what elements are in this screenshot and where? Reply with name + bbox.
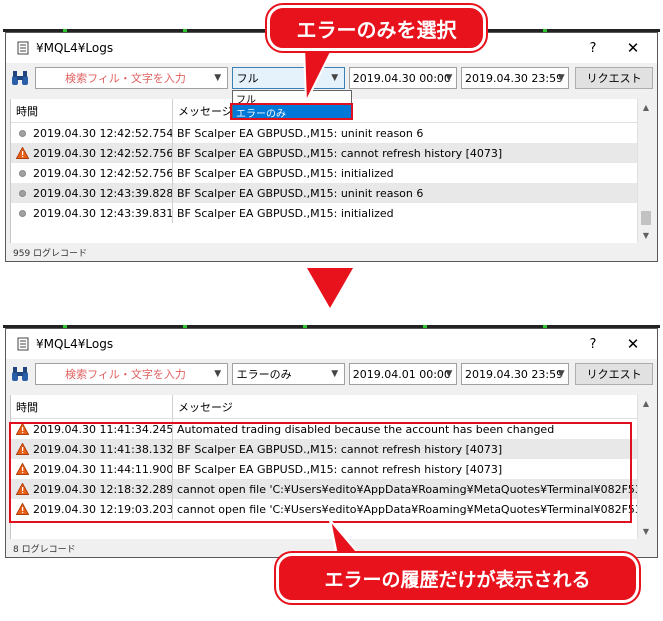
- search-input[interactable]: 検索フィル・文字を入力 ▼: [35, 67, 228, 89]
- document-icon: [16, 337, 30, 351]
- date-to-value: 2019.04.30 23:59: [464, 71, 564, 85]
- table-row[interactable]: 2019.04.30 12:42:52.754 BF Scalper EA GB…: [11, 123, 637, 143]
- search-placeholder: 検索フィル・文字を入力: [65, 72, 186, 85]
- date-from-value: 2019.04.30 00:00: [352, 71, 451, 85]
- row-message: BF Scalper EA GBPUSD.,M15: uninit reason…: [177, 126, 424, 140]
- table-row[interactable]: 2019.04.30 12:42:52.756 BF Scalper EA GB…: [11, 163, 637, 183]
- mode-select[interactable]: エラーのみ ▼: [231, 363, 345, 385]
- date-from-picker[interactable]: 2019.04.01 00:00 ▼: [348, 363, 457, 385]
- table-row[interactable]: 2019.04.30 12:42:52.756 BF Scalper EA GB…: [11, 143, 637, 163]
- down-arrow-icon: [307, 268, 353, 308]
- column-header-time[interactable]: 時間: [11, 395, 173, 418]
- row-time: 2019.04.30 12:42:52.754: [33, 126, 173, 140]
- info-dot-icon: [15, 186, 29, 200]
- request-button[interactable]: リクエスト: [575, 363, 654, 385]
- title-bar: ¥MQL4¥Logs ? ✕: [6, 329, 657, 359]
- highlight-box: [9, 422, 632, 523]
- row-time: 2019.04.30 12:42:52.756: [33, 166, 173, 180]
- window-title: ¥MQL4¥Logs: [36, 41, 114, 55]
- help-button[interactable]: ?: [573, 329, 613, 359]
- chevron-down-icon: ▼: [214, 73, 222, 83]
- column-header-message[interactable]: メッセージ: [173, 103, 233, 119]
- scroll-thumb[interactable]: [641, 211, 651, 225]
- scroll-up-icon[interactable]: ▲: [638, 395, 654, 411]
- document-icon: [16, 41, 30, 55]
- date-to-value: 2019.04.30 23:59: [464, 367, 564, 381]
- row-time: 2019.04.30 12:42:52.756: [33, 146, 173, 160]
- date-to-picker[interactable]: 2019.04.30 23:59 ▼: [460, 363, 570, 385]
- row-message: BF Scalper EA GBPUSD.,M15: uninit reason…: [177, 186, 424, 200]
- callout-pointer: [302, 45, 336, 103]
- date-from-picker[interactable]: 2019.04.30 00:00 ▼: [348, 67, 457, 89]
- table-row[interactable]: 2019.04.30 12:43:39.828 BF Scalper EA GB…: [11, 183, 637, 203]
- search-input[interactable]: 検索フィル・文字を入力 ▼: [35, 363, 228, 385]
- callout-errors-shown: エラーの履歴だけが表示される: [274, 551, 641, 605]
- record-count: 959 ログレコード: [13, 249, 88, 259]
- chevron-down-icon: ▼: [445, 369, 453, 379]
- chevron-down-icon: ▼: [214, 369, 222, 379]
- row-time: 2019.04.30 12:43:39.831: [33, 206, 173, 220]
- chevron-down-icon: ▼: [331, 369, 339, 379]
- scroll-down-icon[interactable]: ▼: [638, 227, 654, 243]
- table-row[interactable]: 2019.04.30 12:43:39.831 BF Scalper EA GB…: [11, 203, 637, 223]
- mode-value: フル: [236, 72, 259, 85]
- binoculars-icon[interactable]: [10, 364, 29, 384]
- close-button[interactable]: ✕: [613, 329, 653, 359]
- info-dot-icon: [15, 166, 29, 180]
- row-message: BF Scalper EA GBPUSD.,M15: initialized: [177, 166, 394, 180]
- warning-icon: [15, 146, 29, 160]
- row-message: BF Scalper EA GBPUSD.,M15: cannot refres…: [177, 146, 503, 160]
- close-button[interactable]: ✕: [613, 33, 653, 63]
- log-table: 時間 メッセージ 2019.04.30 12:42:52.754 BF Scal…: [10, 99, 637, 243]
- request-button[interactable]: リクエスト: [575, 67, 654, 89]
- date-from-value: 2019.04.01 00:00: [352, 367, 451, 381]
- info-dot-icon: [15, 206, 29, 220]
- date-to-picker[interactable]: 2019.04.30 23:59 ▼: [460, 67, 570, 89]
- scroll-down-icon[interactable]: ▼: [638, 523, 654, 539]
- help-button[interactable]: ?: [573, 33, 613, 63]
- column-header-time[interactable]: 時間: [11, 99, 173, 122]
- vertical-scrollbar[interactable]: ▲ ▼: [637, 99, 653, 243]
- search-placeholder: 検索フィル・文字を入力: [65, 368, 186, 381]
- row-message: BF Scalper EA GBPUSD.,M15: initialized: [177, 206, 394, 220]
- chevron-down-icon: ▼: [445, 73, 453, 83]
- toolbar: 検索フィル・文字を入力 ▼ エラーのみ ▼ 2019.04.01 00:00 ▼…: [6, 359, 657, 389]
- vertical-scrollbar[interactable]: ▲ ▼: [637, 395, 653, 539]
- record-count: 8 ログレコード: [13, 545, 76, 555]
- callout-select-errors: エラーのみを選択: [265, 3, 488, 53]
- mode-value: エラーのみ: [236, 368, 292, 381]
- row-time: 2019.04.30 12:43:39.828: [33, 186, 173, 200]
- info-dot-icon: [15, 126, 29, 140]
- table-header: 時間 メッセージ: [11, 395, 637, 419]
- chevron-down-icon: ▼: [557, 369, 565, 379]
- chevron-down-icon: ▼: [557, 73, 565, 83]
- binoculars-icon[interactable]: [10, 68, 29, 88]
- scroll-up-icon[interactable]: ▲: [638, 99, 654, 115]
- column-header-message[interactable]: メッセージ: [173, 399, 233, 415]
- window-title: ¥MQL4¥Logs: [36, 337, 114, 351]
